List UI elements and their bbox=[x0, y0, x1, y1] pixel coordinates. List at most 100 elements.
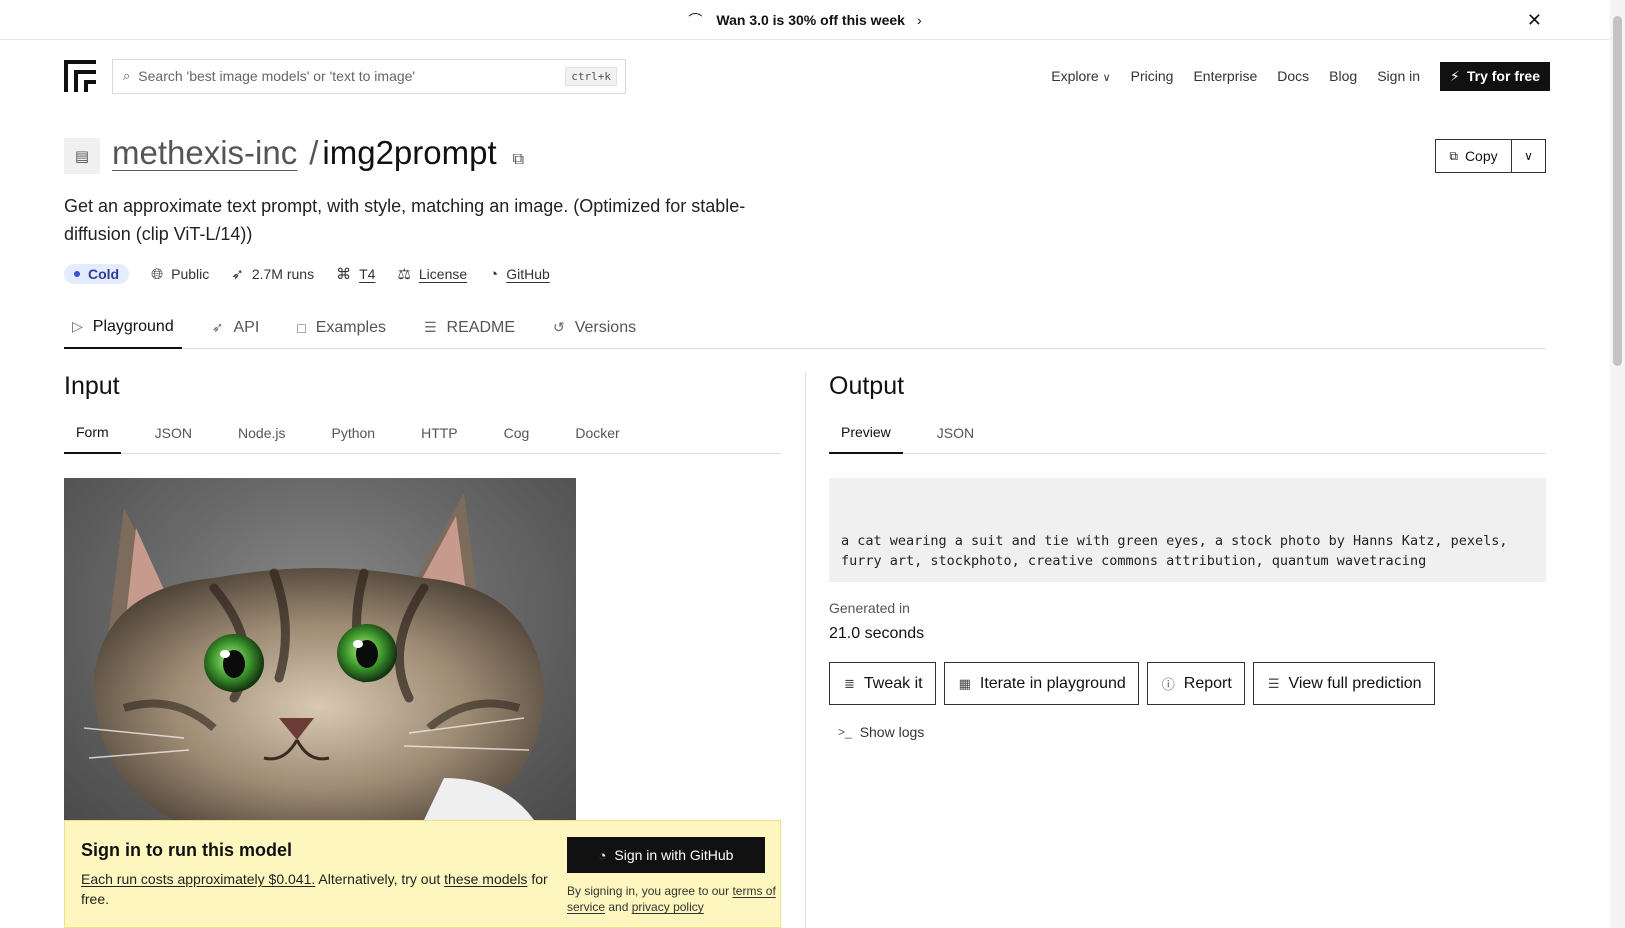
generated-label: Generated in bbox=[829, 600, 910, 616]
view-full-prediction-button[interactable]: ☰ View full prediction bbox=[1252, 662, 1435, 705]
wan-logo-icon: ⌒ bbox=[688, 11, 703, 28]
output-heading: Output bbox=[829, 372, 905, 400]
globe-icon: 🌐︎ bbox=[151, 265, 164, 283]
sliders-icon: ≣ bbox=[844, 675, 855, 691]
list-icon: ☰ bbox=[1267, 675, 1280, 691]
output-preview: a cat wearing a suit and tie with green … bbox=[829, 478, 1546, 582]
iterate-button[interactable]: ▦ Iterate in playground bbox=[943, 662, 1139, 705]
tab-json[interactable]: JSON bbox=[143, 412, 204, 454]
chevron-down-icon: ∨ bbox=[1524, 149, 1533, 163]
grid-icon: ▦ bbox=[958, 675, 971, 691]
tab-docker[interactable]: Docker bbox=[563, 412, 631, 454]
tab-cog[interactable]: Cog bbox=[492, 412, 542, 454]
tab-readme[interactable]: ☰ README bbox=[416, 306, 523, 349]
run-count: ➶ 2.7M runs bbox=[231, 266, 315, 283]
github-icon: ◔ bbox=[489, 265, 499, 283]
try-for-free-label: Try for free bbox=[1466, 68, 1540, 84]
status-badge: Cold bbox=[64, 264, 130, 284]
tab-python[interactable]: Python bbox=[319, 412, 387, 454]
scrollbar-thumb[interactable] bbox=[1613, 16, 1622, 366]
column-divider bbox=[805, 372, 806, 928]
signin-legal: By signing in, you agree to our terms of… bbox=[567, 884, 776, 914]
nav-signin[interactable]: Sign in bbox=[1377, 68, 1420, 84]
close-banner-icon[interactable]: ✕ bbox=[1527, 10, 1542, 31]
search-icon: ⌕ bbox=[123, 68, 131, 83]
chevron-down-icon: ∨ bbox=[1102, 72, 1111, 84]
output-tabs: Preview JSON bbox=[829, 412, 1546, 454]
chip-icon: ⌘ bbox=[336, 266, 352, 283]
scale-icon: ⚖︎ bbox=[397, 266, 411, 283]
sign-in-github-button[interactable]: ◔ Sign in with GitHub bbox=[567, 837, 765, 873]
nav-docs[interactable]: Docs bbox=[1277, 68, 1309, 84]
nav-blog[interactable]: Blog bbox=[1329, 68, 1357, 84]
page-title: methexis-inc / img2prompt ⧉ bbox=[112, 134, 524, 172]
tab-playground[interactable]: ▷ Playground bbox=[64, 306, 182, 349]
hardware-link[interactable]: ⌘ T4 bbox=[336, 265, 375, 283]
building-icon: ▤ bbox=[64, 138, 100, 174]
top-nav: ⌕ Search 'best image models' or 'text to… bbox=[64, 58, 1550, 94]
model-tabs: ▷ Playground ➶ API □ Examples ☰ README ↺ Vers… bbox=[64, 306, 1546, 349]
model-description: Get an approximate text prompt, with sty… bbox=[64, 196, 746, 244]
generated-value: 21.0 seconds bbox=[829, 625, 925, 642]
tab-form[interactable]: Form bbox=[64, 412, 121, 454]
signin-prompt: Sign in to run this model Each run costs… bbox=[64, 820, 781, 928]
tab-http[interactable]: HTTP bbox=[409, 412, 470, 454]
search-shortcut-badge: ctrl+k bbox=[565, 66, 617, 86]
page-scrollbar[interactable] bbox=[1610, 0, 1625, 928]
copy-label: Copy bbox=[1464, 148, 1498, 164]
try-for-free-button[interactable]: ⚡︎ Try for free bbox=[1440, 61, 1550, 91]
chevron-right-icon: › bbox=[916, 11, 922, 28]
report-button[interactable]: ⓘ Report bbox=[1146, 662, 1245, 705]
nav-enterprise[interactable]: Enterprise bbox=[1193, 68, 1257, 84]
input-heading: Input bbox=[64, 372, 120, 400]
bookmark-icon: □ bbox=[297, 319, 306, 336]
play-icon: ▷ bbox=[72, 318, 83, 334]
tab-output-json[interactable]: JSON bbox=[925, 412, 986, 454]
model-meta: Cold 🌐︎ Public ➶ 2.7M runs ⌘ T4 ⚖︎ License ◔… bbox=[64, 264, 572, 284]
history-icon: ↺ bbox=[553, 319, 565, 335]
signin-title: Sign in to run this model bbox=[81, 840, 292, 860]
show-logs-label: Show logs bbox=[859, 724, 925, 740]
tab-preview[interactable]: Preview bbox=[829, 412, 903, 454]
copy-name-icon[interactable]: ⧉ bbox=[513, 151, 524, 169]
rocket-icon: ➶ bbox=[211, 319, 224, 335]
tab-nodejs[interactable]: Node.js bbox=[226, 412, 297, 454]
document-icon: ☰ bbox=[423, 319, 437, 335]
model-name: img2prompt bbox=[322, 134, 497, 171]
license-link[interactable]: ⚖︎ License bbox=[397, 265, 467, 283]
terminal-icon: >_ bbox=[838, 725, 852, 739]
title-separator: / bbox=[309, 134, 319, 171]
output-text: a cat wearing a suit and tie with green … bbox=[841, 533, 1508, 569]
show-logs-button[interactable]: >_ Show logs bbox=[838, 724, 924, 740]
model-owner-link[interactable]: methexis-inc bbox=[112, 134, 297, 172]
alert-icon: ⓘ bbox=[1161, 677, 1175, 692]
search-placeholder: Search 'best image models' or 'text to i… bbox=[138, 68, 416, 84]
rocket-icon: ➶ bbox=[231, 266, 244, 283]
tab-api[interactable]: ➶ API bbox=[204, 306, 268, 349]
privacy-link[interactable]: privacy policy bbox=[632, 900, 704, 914]
search-input[interactable]: ⌕ Search 'best image models' or 'text to… bbox=[112, 58, 626, 94]
copy-button[interactable]: ⧉ Copy bbox=[1436, 140, 1512, 172]
signin-description: Each run costs approximately $0.041. Alt… bbox=[81, 871, 548, 907]
promo-banner[interactable]: ⌒ Wan 3.0 is 30% off this week › ✕ bbox=[0, 0, 1610, 40]
github-icon: ◔ bbox=[598, 847, 607, 863]
tab-examples[interactable]: □ Examples bbox=[289, 306, 394, 349]
replicate-logo-icon[interactable] bbox=[64, 60, 96, 92]
status-dot bbox=[74, 271, 80, 277]
run-cost-link[interactable]: Each run costs approximately $0.041. bbox=[81, 871, 315, 887]
output-actions: ≣ Tweak it ▦ Iterate in playground ⓘ Report… bbox=[829, 662, 1443, 705]
promo-text[interactable]: Wan 3.0 is 30% off this week bbox=[716, 12, 905, 28]
nav-pricing[interactable]: Pricing bbox=[1131, 68, 1174, 84]
github-link[interactable]: ◔ GitHub bbox=[489, 266, 550, 283]
sign-in-github-label: Sign in with GitHub bbox=[614, 847, 734, 863]
these-models-link[interactable]: these models bbox=[444, 871, 527, 887]
copy-icon: ⧉ bbox=[1449, 148, 1458, 163]
copy-button-group: ⧉ Copy ∨ bbox=[1435, 139, 1546, 173]
tweak-button[interactable]: ≣ Tweak it bbox=[829, 662, 936, 705]
input-image[interactable] bbox=[64, 478, 576, 820]
visibility: 🌐︎ Public bbox=[151, 265, 210, 283]
nav-explore[interactable]: Explore ∨ bbox=[1051, 68, 1110, 84]
bolt-icon: ⚡︎ bbox=[1450, 67, 1460, 84]
tab-versions[interactable]: ↺ Versions bbox=[545, 306, 644, 349]
copy-dropdown-button[interactable]: ∨ bbox=[1512, 140, 1545, 172]
